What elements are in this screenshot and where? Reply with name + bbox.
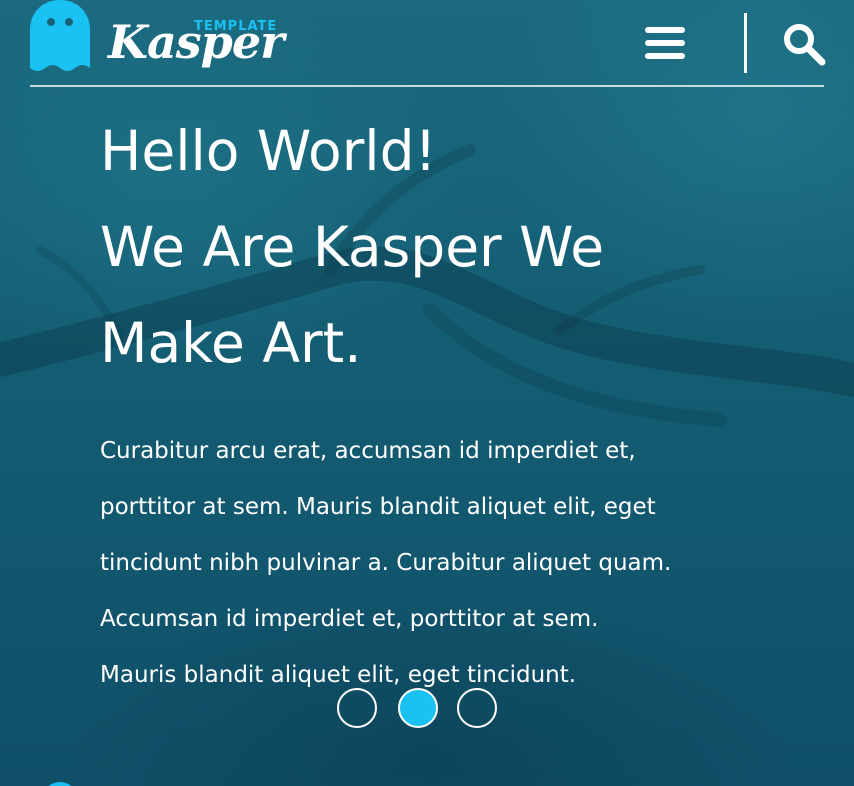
paragraph-line: porttitor at sem. Mauris blandit aliquet… [100,494,656,520]
headline-line: We Are Kasper We [100,215,605,279]
paragraph-line: Accumsan id imperdiet et, porttitor at s… [100,606,599,632]
logo-wordmark: Kasper [108,15,284,69]
paragraph-line: tincidunt nibh pulvinar a. Curabitur ali… [100,550,672,576]
headline-line: Make Art. [100,311,362,375]
next-section-peek [42,782,78,786]
slider-dot-1[interactable] [337,688,377,728]
paragraph-line: Curabitur arcu erat, accumsan id imperdi… [100,438,636,464]
headline-line: Hello World! [100,119,437,183]
slider-dots [337,688,499,728]
header-underline [30,85,824,87]
kasper-logo[interactable]: TEMPLATE Kasper [30,0,290,82]
slider-dot-3[interactable] [457,688,497,728]
ghost-icon [30,0,90,71]
search-icon[interactable] [782,22,826,66]
hero-section: TEMPLATE Kasper Hello World! We Are Kasp… [0,0,854,786]
hero-headline: Hello World! We Are Kasper We Make Art. [100,103,800,391]
header-divider [744,13,747,73]
hero-paragraph: Curabitur arcu erat, accumsan id imperdi… [100,423,780,703]
slider-dot-2[interactable] [398,688,438,728]
hamburger-menu-icon[interactable] [645,27,685,59]
